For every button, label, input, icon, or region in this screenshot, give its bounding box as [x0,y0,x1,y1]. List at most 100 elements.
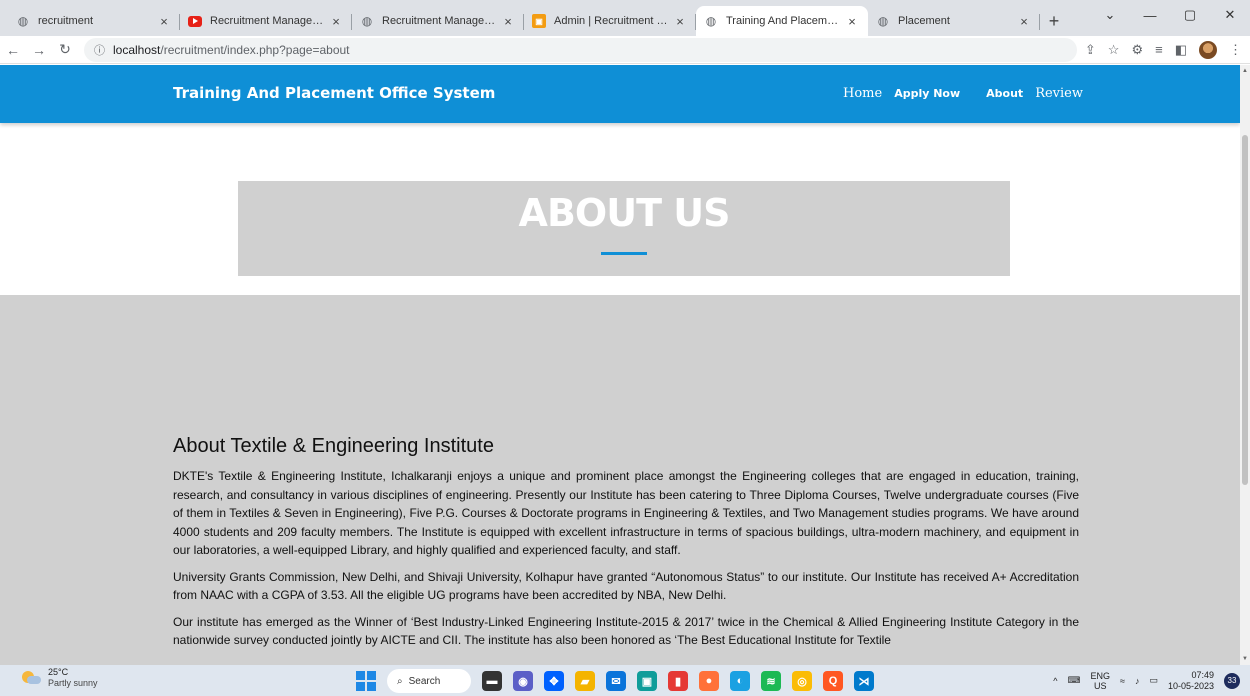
browser-tab[interactable]: ◍ recruitment × [8,6,180,36]
app-q-icon[interactable]: Q [823,671,843,691]
nav-apply-link[interactable]: Apply Now [894,87,960,100]
close-icon[interactable]: × [500,14,516,29]
firefox-icon[interactable]: ● [699,671,719,691]
url-path: /recruitment/index.php?page=about [160,42,350,57]
taskbar-search[interactable]: ⌕ Search [387,669,471,693]
menu-kebab-icon[interactable]: ⋮ [1229,42,1242,58]
tab-title: Admin | Recruitment Manage [554,15,668,27]
tab-title: Recruitment Management Sys [210,15,324,27]
site-nav-menu: Home Apply Now About Review [843,86,1095,101]
browser-tab-active[interactable]: ◍ Training And Placement Offic × [696,6,868,36]
office-icon[interactable]: ▮ [668,671,688,691]
globe-icon: ◍ [361,14,373,28]
close-icon[interactable]: × [328,14,344,29]
hero-underline [601,252,647,255]
partly-sunny-icon [22,671,41,685]
globe-icon: ◍ [705,14,717,28]
site-brand[interactable]: Training And Placement Office System [173,84,495,102]
dropbox-icon[interactable]: ✥ [544,671,564,691]
share-icon[interactable]: ⇪ [1085,42,1096,58]
site-header: Training And Placement Office System Hom… [0,65,1240,123]
about-paragraph: Our institute has emerged as the Winner … [173,614,1079,648]
search-icon: ⌕ [397,675,403,687]
clock[interactable]: 07:49 10-05-2023 [1168,670,1214,692]
lang-top: ENG [1090,670,1110,681]
browser-tab[interactable]: ◍ Placement × [868,6,1040,36]
weather-widget[interactable]: 25°C Partly sunny [22,667,98,689]
file-explorer-icon[interactable]: ▰ [575,671,595,691]
notification-badge[interactable]: 33 [1224,672,1240,689]
info-icon[interactable]: ⓘ [94,42,105,58]
scroll-up-icon[interactable]: ▲ [1242,68,1248,74]
about-hero-banner: ABOUT US [238,181,1010,276]
vscode-icon[interactable]: ⋊ [854,671,874,691]
browser-tab[interactable]: ◍ Recruitment Management Sys × [352,6,524,36]
weather-temperature: 25°C [48,667,69,677]
about-paragraph: University Grants Commission, New Delhi,… [173,569,1079,603]
close-icon[interactable]: × [1016,14,1032,29]
back-arrow-icon[interactable]: ← [0,42,26,58]
browser-tab[interactable]: Recruitment Management Sys × [180,6,352,36]
nav-review-link[interactable]: Review [1035,86,1083,101]
os-taskbar: 25°C Partly sunny ⌕ Search ▬ ◉ ✥ ▰ ✉ ▣ ▮… [0,665,1250,696]
nav-about-link[interactable]: About [986,87,1023,100]
bookmark-star-icon[interactable]: ☆ [1108,42,1120,58]
youtube-icon [188,15,202,27]
clock-time: 07:49 [1191,669,1214,680]
side-panel-icon[interactable]: ◧ [1175,42,1187,58]
minimize-icon[interactable]: — [1130,8,1170,23]
about-paragraph: DKTE's Textile & Engineering Institute, … [173,469,1079,557]
page-scrollbar[interactable]: ▲ ▼ [1240,65,1250,665]
admin-app-icon: ▣ [532,14,546,28]
window-close-icon[interactable]: ✕ [1210,7,1250,23]
url-bar[interactable]: ⓘ localhost/recruitment/index.php?page=a… [84,37,1077,62]
browser-tab-strip: ◍ recruitment × Recruitment Management S… [0,0,1250,36]
forward-arrow-icon[interactable]: → [26,42,52,58]
keyboard-icon[interactable]: ⌨ [1067,675,1080,686]
task-view-icon[interactable]: ▬ [482,671,502,691]
globe-icon: ◍ [877,14,889,28]
weather-condition: Partly sunny [48,678,98,688]
language-indicator[interactable]: ENG US [1090,671,1110,691]
close-icon[interactable]: × [844,14,860,29]
profile-avatar[interactable] [1199,40,1217,59]
chat-icon[interactable]: ◉ [513,671,533,691]
reading-list-icon[interactable]: ≡ [1155,42,1163,57]
windows-start-icon[interactable] [356,671,376,691]
tab-title: recruitment [38,15,94,27]
taskbar-apps: ⌕ Search ▬ ◉ ✥ ▰ ✉ ▣ ▮ ● ◐ ≋ ◎ Q ⋊ [356,669,874,693]
toolbar-actions: ⇪ ☆ ⚙ ≡ ◧ ⋮ [1077,40,1250,59]
mail-icon[interactable]: ✉ [606,671,626,691]
volume-icon[interactable]: ♪ [1135,676,1140,686]
tab-title: Training And Placement Offic [726,15,840,27]
scrollbar-thumb[interactable] [1242,135,1248,485]
close-icon[interactable]: × [672,14,688,29]
tab-search-icon[interactable]: ⌄ [1090,7,1130,23]
wifi-icon[interactable]: ≈ [1120,676,1125,686]
hero-title: ABOUT US [518,191,731,235]
scroll-down-icon[interactable]: ▼ [1242,656,1248,662]
address-toolbar: ← → ↻ ⓘ localhost/recruitment/index.php?… [0,36,1250,64]
chrome-icon[interactable]: ◎ [792,671,812,691]
tray-chevron-icon[interactable]: ^ [1053,676,1057,686]
globe-icon: ◍ [17,14,29,28]
browser-tab[interactable]: ▣ Admin | Recruitment Manage × [524,6,696,36]
new-tab-button[interactable]: + [1040,6,1068,36]
nav-home-link[interactable]: Home [843,86,882,101]
maximize-icon[interactable]: ▢ [1170,7,1210,23]
tab-title: Recruitment Management Sys [382,15,496,27]
reload-icon[interactable]: ↻ [52,41,78,58]
tab-title: Placement [898,15,950,27]
about-section: About Textile & Engineering Institute DK… [0,295,1240,665]
clock-date: 10-05-2023 [1167,680,1214,691]
battery-icon[interactable]: ▭ [1149,675,1158,686]
close-icon[interactable]: × [156,14,172,29]
url-host: localhost [113,42,161,57]
extension-icon[interactable]: ⚙ [1131,42,1143,58]
about-heading: About Textile & Engineering Institute [173,435,494,457]
window-controls: ⌄ — ▢ ✕ [1090,0,1250,30]
spotify-icon[interactable]: ≋ [761,671,781,691]
edge-icon[interactable]: ◐ [730,671,750,691]
lang-bottom: US [1093,680,1107,691]
store-icon[interactable]: ▣ [637,671,657,691]
